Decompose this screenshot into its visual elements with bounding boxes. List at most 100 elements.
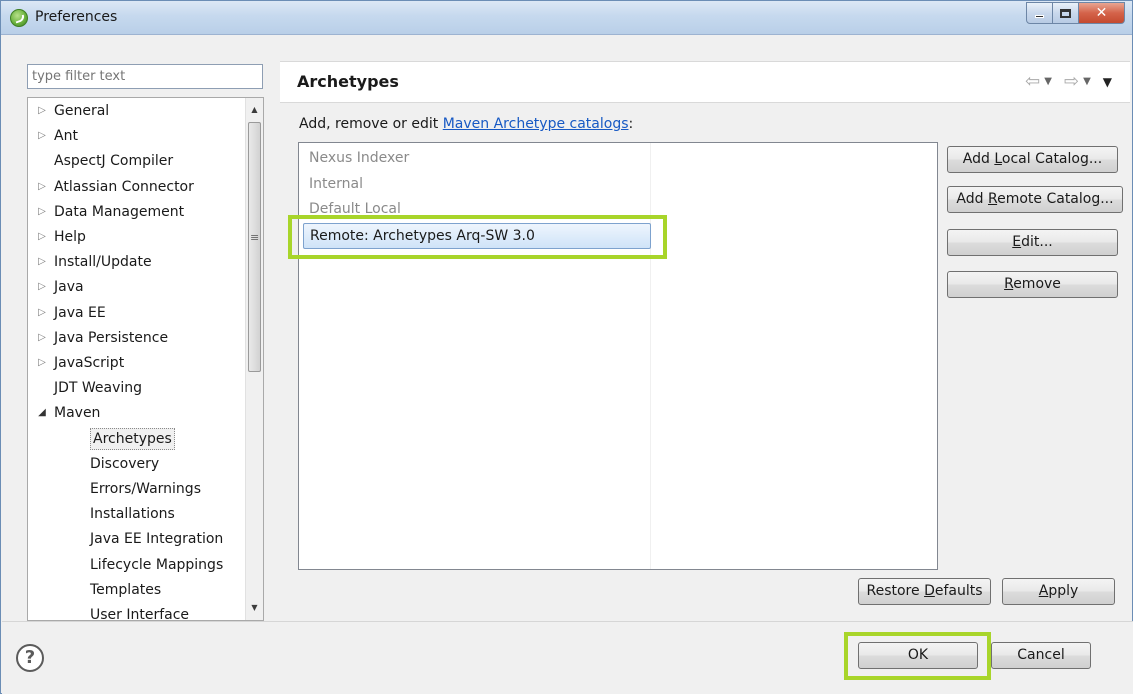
maximize-icon	[1060, 8, 1071, 18]
expand-arrow-icon[interactable]: ▷	[35, 301, 49, 325]
ok-button[interactable]: OK	[858, 642, 978, 669]
expand-arrow-icon[interactable]: ▷	[35, 351, 49, 375]
tree-item-data-management[interactable]: ▷ Data Management	[35, 200, 184, 224]
tree-item-label: Maven	[54, 405, 101, 422]
tree-item-lifecycle-mappings[interactable]: Lifecycle Mappings	[90, 553, 223, 577]
preferences-window: Preferences ✕ ▷ General ▷ Ant AspectJ Compil…	[0, 0, 1133, 694]
tree-item-label: Templates	[90, 581, 162, 598]
close-icon: ✕	[1095, 5, 1108, 21]
apply-button[interactable]: Apply	[1002, 578, 1115, 605]
view-menu-icon[interactable]: ▼	[1103, 75, 1112, 89]
tree-item-label: Archetypes	[90, 427, 175, 450]
tree-item-label: Errors/Warnings	[90, 481, 201, 497]
add-remote-catalog-button[interactable]: Add Remote Catalog...	[947, 186, 1123, 213]
tree-item-label: Lifecycle Mappings	[90, 556, 224, 573]
tree-item-label: Install/Update	[54, 254, 152, 271]
expand-arrow-icon[interactable]: ▷	[35, 200, 49, 224]
catalog-item-nexus-indexer[interactable]: Nexus Indexer	[309, 146, 409, 170]
catalog-list: Nexus Indexer Internal Default Local Rem…	[298, 142, 938, 570]
catalog-item-default-local[interactable]: Default Local	[309, 197, 401, 221]
tree-item-label: Discovery	[90, 455, 160, 472]
tree-item-aspectj-compiler[interactable]: AspectJ Compiler	[35, 149, 173, 173]
tree-item-java-ee-integration[interactable]: Java EE Integration	[90, 527, 223, 551]
spring-leaf-icon	[10, 9, 28, 27]
tree-item-general[interactable]: ▷ General	[35, 99, 109, 123]
tree-item-label: Installations	[90, 506, 175, 523]
archetypes-page: Archetypes ⇦ ▼ ⇨ ▼ ▼ Add, remove or edit M…	[280, 61, 1130, 621]
cancel-button[interactable]: Cancel	[991, 642, 1091, 669]
tree-item-java-ee[interactable]: ▷ Java EE	[35, 301, 106, 325]
forward-dropdown-icon[interactable]: ▼	[1083, 76, 1091, 87]
tree-item-errors-warnings[interactable]: Errors/Warnings	[90, 477, 201, 501]
description-text: Add, remove or edit	[299, 116, 443, 132]
tree-item-user-interface[interactable]: User Interface	[90, 603, 190, 621]
tree-item-help[interactable]: ▷ Help	[35, 225, 86, 249]
tree-item-label: JavaScript	[54, 355, 125, 371]
tree-item-java-persistence[interactable]: ▷ Java Persistence	[35, 326, 168, 350]
title-bar[interactable]: Preferences ✕	[1, 1, 1132, 35]
page-nav: ⇦ ▼ ⇨ ▼ ▼	[1025, 71, 1112, 92]
description-colon: :	[628, 116, 634, 132]
filter-input[interactable]	[27, 64, 263, 89]
tree-item-javascript[interactable]: ▷ JavaScript	[35, 351, 124, 375]
column-divider	[650, 143, 651, 569]
expand-arrow-icon[interactable]: ▷	[35, 326, 49, 350]
preferences-tree: ▷ General ▷ Ant AspectJ Compiler ▷ Atlassian C…	[27, 97, 264, 621]
close-button[interactable]: ✕	[1079, 2, 1125, 24]
minimize-button[interactable]	[1026, 2, 1053, 24]
maven-archetype-catalogs-link[interactable]: Maven Archetype catalogs	[443, 116, 629, 132]
add-local-catalog-button[interactable]: Add Local Catalog...	[947, 146, 1118, 173]
tree-item-install-update[interactable]: ▷ Install/Update	[35, 250, 152, 274]
tree-item-label: Data Management	[54, 203, 185, 220]
tree-item-label: Java Persistence	[54, 329, 169, 346]
window-title: Preferences	[35, 9, 118, 25]
page-title: Archetypes	[297, 72, 399, 91]
minimize-icon	[1035, 14, 1044, 18]
catalog-item-internal[interactable]: Internal	[309, 172, 363, 196]
tree-item-installations[interactable]: Installations	[90, 502, 175, 526]
remove-button[interactable]: Remove	[947, 271, 1118, 298]
page-header: Archetypes ⇦ ▼ ⇨ ▼ ▼	[280, 61, 1130, 103]
scroll-down-icon[interactable]: ▼	[246, 598, 263, 616]
tree-item-atlassian-connector[interactable]: ▷ Atlassian Connector	[35, 175, 194, 199]
expand-arrow-icon[interactable]: ▷	[35, 275, 49, 299]
tree-item-maven[interactable]: ◢ Maven	[35, 401, 100, 425]
back-arrow-icon[interactable]: ⇦	[1025, 71, 1040, 92]
restore-defaults-button[interactable]: Restore Defaults	[858, 578, 991, 605]
edit-button[interactable]: Edit...	[947, 229, 1118, 256]
tree-item-label: User Interface	[90, 607, 190, 621]
tree-item-label: Help	[54, 229, 86, 245]
expand-arrow-icon[interactable]: ▷	[35, 225, 49, 249]
dialog-footer: ? OK Cancel	[2, 621, 1133, 694]
tree-item-label: Ant	[54, 128, 78, 145]
catalog-item-remote-archetypes[interactable]: Remote: Archetypes Arq-SW 3.0	[303, 223, 651, 249]
tree-item-label: Java	[54, 279, 84, 296]
tree-item-jdt-weaving[interactable]: JDT Weaving	[35, 376, 142, 400]
catalogs-description: Add, remove or edit Maven Archetype cata…	[299, 116, 633, 132]
window-controls: ✕	[1026, 2, 1125, 24]
tree-item-archetypes[interactable]: Archetypes	[90, 427, 175, 451]
tree-item-label: Java EE	[54, 304, 106, 321]
tree-item-label: Atlassian Connector	[54, 178, 194, 195]
tree-item-label: AspectJ Compiler	[54, 153, 174, 170]
preferences-nav-panel: ▷ General ▷ Ant AspectJ Compiler ▷ Atlassian C…	[27, 61, 266, 621]
help-icon[interactable]: ?	[16, 644, 44, 672]
tree-scrollbar[interactable]: ▲ ▼	[245, 98, 263, 620]
scroll-thumb[interactable]	[248, 122, 261, 372]
expand-arrow-icon[interactable]: ▷	[35, 99, 49, 123]
expand-arrow-icon[interactable]: ▷	[35, 175, 49, 199]
tree-item-label: General	[54, 103, 110, 119]
expand-arrow-icon[interactable]: ▷	[35, 250, 49, 274]
back-dropdown-icon[interactable]: ▼	[1044, 76, 1052, 87]
collapse-arrow-icon[interactable]: ◢	[35, 401, 49, 425]
tree-item-discovery[interactable]: Discovery	[90, 452, 159, 476]
tree-item-label: Java EE Integration	[90, 531, 224, 548]
expand-arrow-icon[interactable]: ▷	[35, 124, 49, 148]
tree-item-java[interactable]: ▷ Java	[35, 275, 84, 299]
tree-item-ant[interactable]: ▷ Ant	[35, 124, 78, 148]
tree-item-label: JDT Weaving	[54, 380, 143, 397]
scroll-up-icon[interactable]: ▲	[246, 100, 263, 118]
forward-arrow-icon[interactable]: ⇨	[1064, 71, 1079, 92]
maximize-button[interactable]	[1053, 2, 1079, 24]
tree-item-templates[interactable]: Templates	[90, 578, 161, 602]
